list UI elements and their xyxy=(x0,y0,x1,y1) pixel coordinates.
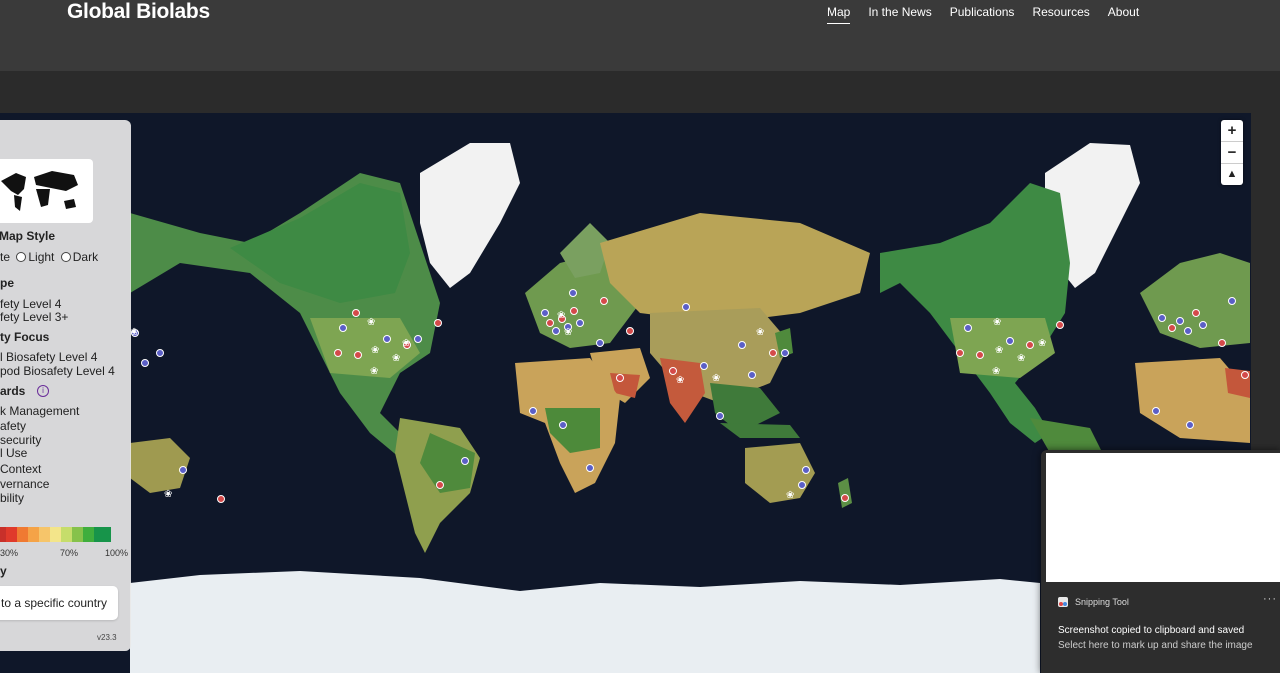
country-heading: y xyxy=(0,564,7,578)
antarctica xyxy=(130,571,1040,673)
nav-about[interactable]: About xyxy=(1108,5,1139,19)
indonesia xyxy=(720,423,800,438)
russia xyxy=(600,213,870,323)
type-item-bsl4[interactable]: fety Level 4 xyxy=(0,297,61,311)
svg-text:❀: ❀ xyxy=(1017,353,1025,364)
country-selector-placeholder: to a specific country xyxy=(1,596,108,610)
notification-more-icon[interactable]: ··· xyxy=(1263,593,1277,605)
scale-swatch-6 xyxy=(61,527,72,542)
site-header: Global Biolabs Map In the News Publicati… xyxy=(0,0,1280,71)
nav-publications[interactable]: Publications xyxy=(950,5,1015,19)
scale-swatch-2 xyxy=(17,527,28,542)
north-america-east xyxy=(880,183,1070,443)
country-selector[interactable]: to a specific country xyxy=(0,586,118,620)
map-zoom-controls: + − ▲ xyxy=(1221,120,1243,185)
svg-text:❀: ❀ xyxy=(371,345,379,356)
type-item-bsl3plus[interactable]: fety Level 3+ xyxy=(0,310,68,324)
snipping-tool-icon xyxy=(1058,597,1068,607)
scale-swatch-8 xyxy=(83,527,94,542)
zoom-out-button[interactable]: − xyxy=(1221,142,1243,164)
nav-in-the-news[interactable]: In the News xyxy=(868,5,931,19)
standard-item-context[interactable]: Context xyxy=(0,462,41,476)
standard-item-dual-use[interactable]: l Use xyxy=(0,446,27,460)
mini-world-map-icon[interactable] xyxy=(0,159,93,223)
scale-swatch-4 xyxy=(39,527,50,542)
notification-subtitle: Select here to mark up and share the ima… xyxy=(1058,640,1253,651)
nav-map[interactable]: Map xyxy=(827,5,851,24)
india xyxy=(660,358,705,423)
new-zealand xyxy=(838,478,852,508)
reset-north-button[interactable]: ▲ xyxy=(1221,164,1243,185)
standard-item-accountability[interactable]: bility xyxy=(0,491,24,505)
svg-text:❀: ❀ xyxy=(995,345,1003,356)
map-style-options: te Light Dark xyxy=(0,250,98,264)
africa-central xyxy=(545,408,600,453)
svg-text:❀: ❀ xyxy=(370,366,378,377)
screenshot-preview[interactable] xyxy=(1046,453,1280,582)
focus-item-arthropod[interactable]: pod Biosafety Level 4 xyxy=(0,364,115,378)
svg-text:❀: ❀ xyxy=(993,317,1001,328)
svg-text:❀: ❀ xyxy=(557,310,565,321)
info-icon[interactable]: i xyxy=(37,385,49,397)
svg-text:❀: ❀ xyxy=(392,353,400,364)
snipping-tool-notification[interactable]: Snipping Tool ··· Screenshot copied to c… xyxy=(1041,450,1280,673)
scale-swatch-9 xyxy=(94,527,111,542)
scale-label-100: 100% xyxy=(105,548,129,558)
scale-label-30: 30% xyxy=(0,548,19,558)
map-style-option-dark[interactable]: Dark xyxy=(73,250,98,264)
scale-swatch-3 xyxy=(28,527,39,542)
main-nav: Map In the News Publications Resources A… xyxy=(827,5,1157,24)
site-title[interactable]: Global Biolabs xyxy=(67,0,210,24)
standard-item-biosafety[interactable]: afety xyxy=(0,419,26,433)
map-style-option-light[interactable]: Light xyxy=(28,250,54,264)
svg-text:❀: ❀ xyxy=(786,490,794,501)
scale-swatch-7 xyxy=(72,527,83,542)
standard-item-governance[interactable]: vernance xyxy=(0,477,49,491)
svg-text:❀: ❀ xyxy=(402,338,410,349)
svg-text:❀: ❀ xyxy=(164,489,172,500)
notification-app-name: Snipping Tool xyxy=(1075,597,1129,607)
score-color-scale xyxy=(0,527,111,542)
dark-radio[interactable] xyxy=(60,252,71,262)
svg-text:❀: ❀ xyxy=(130,327,138,338)
svg-text:❀: ❀ xyxy=(564,327,572,338)
svg-text:❀: ❀ xyxy=(712,373,720,384)
greenland-west xyxy=(420,143,520,288)
light-radio[interactable] xyxy=(16,252,27,262)
focus-heading: ty Focus xyxy=(0,330,50,344)
standards-heading: ards xyxy=(0,384,26,398)
svg-text:❀: ❀ xyxy=(756,327,764,338)
svg-text:❀: ❀ xyxy=(676,375,684,386)
scale-swatch-5 xyxy=(50,527,61,542)
map-controls-panel: Map Style te Light Dark pe fety Level 4 … xyxy=(0,120,131,651)
standard-item-biosecurity[interactable]: security xyxy=(0,433,41,447)
focus-item-animal[interactable]: l Biosafety Level 4 xyxy=(0,350,97,364)
scale-label-70: 70% xyxy=(60,548,79,558)
map-style-option-satellite[interactable]: te xyxy=(0,250,10,264)
scale-swatch-1 xyxy=(6,527,17,542)
notification-title: Screenshot copied to clipboard and saved xyxy=(1058,625,1245,636)
version-label: v23.3 xyxy=(97,633,117,642)
australia-west xyxy=(130,438,190,493)
standard-item-risk-management[interactable]: k Management xyxy=(0,404,79,418)
svg-text:❀: ❀ xyxy=(1038,338,1046,349)
svg-text:❀: ❀ xyxy=(367,317,375,328)
zoom-in-button[interactable]: + xyxy=(1221,120,1243,142)
map-style-heading: Map Style xyxy=(0,229,56,243)
type-heading: pe xyxy=(0,276,15,290)
svg-text:❀: ❀ xyxy=(992,366,1000,377)
nav-resources[interactable]: Resources xyxy=(1032,5,1089,19)
